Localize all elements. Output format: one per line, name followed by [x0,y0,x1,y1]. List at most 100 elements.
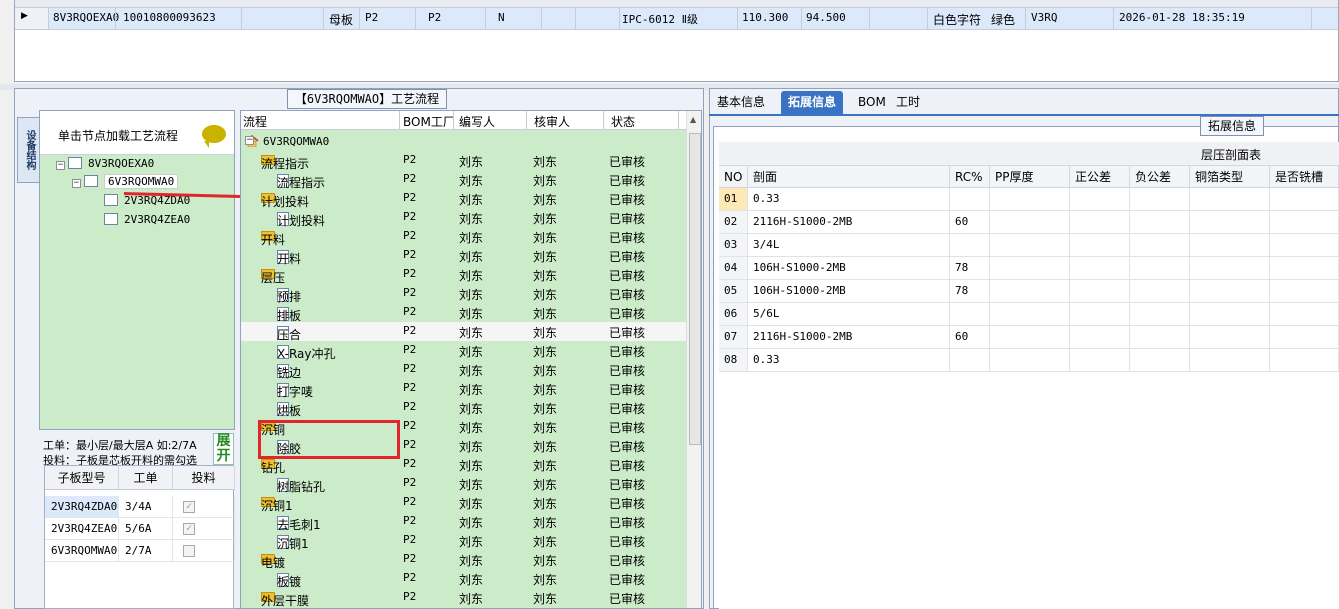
tab-work-hours[interactable]: 工时 [889,91,927,115]
cell-rc[interactable] [950,234,990,257]
process-row[interactable]: 树脂钻孔 P2 刘东 刘东 已审核 [241,474,686,494]
cell-empty[interactable] [1270,280,1339,303]
process-row[interactable]: 预排 P2 刘东 刘东 已审核 [241,284,686,304]
process-row[interactable]: 计划投料 P2 刘东 刘东 已审核 [241,208,686,228]
cell-rc[interactable] [950,303,990,326]
cell-no[interactable]: 05 [719,280,748,303]
cell-empty[interactable] [990,211,1070,234]
col-header-plus-tol[interactable]: 正公差 [1070,166,1130,188]
cell-empty[interactable] [1190,326,1270,349]
cell-empty[interactable] [1070,303,1130,326]
col-header-section[interactable]: 剖面 [748,166,950,188]
cell-empty[interactable] [1070,211,1130,234]
vertical-tab-structure[interactable]: 设备结构 [17,117,39,183]
cell-empty[interactable] [1070,188,1130,211]
cell-section[interactable]: 5/6L [748,303,950,326]
cell-rc[interactable] [950,349,990,372]
cell-section[interactable]: 3/4L [748,234,950,257]
collapse-icon[interactable]: − [72,179,81,188]
col-header-status[interactable]: 状态 [611,113,635,130]
process-row[interactable]: X-Ray冲孔 P2 刘东 刘东 已审核 [241,341,686,361]
process-row[interactable]: 排板 P2 刘东 刘东 已审核 [241,303,686,323]
cell-empty[interactable] [1190,280,1270,303]
cell-section[interactable]: 2116H-S1000-2MB [748,326,950,349]
cell-empty[interactable] [1270,188,1339,211]
cell-empty[interactable] [990,257,1070,280]
col-header-milling[interactable]: 是否铣槽 [1270,166,1339,188]
cell-empty[interactable] [1270,326,1339,349]
col-header-copper-type[interactable]: 铜箔类型 [1190,166,1270,188]
vertical-scrollbar[interactable]: ▲ [686,111,701,608]
scrollbar-thumb[interactable] [689,133,701,445]
feed-checkbox-unchecked[interactable] [183,545,195,557]
col-header-no[interactable]: NO [719,166,748,188]
col-header-feed[interactable]: 投料 [173,466,235,490]
cell-rc[interactable]: 78 [950,280,990,303]
cell-no[interactable]: 01 [719,188,748,211]
cell-empty[interactable] [1130,211,1190,234]
cell-section[interactable]: 2116H-S1000-2MB [748,211,950,234]
cell-empty[interactable] [1130,234,1190,257]
process-row[interactable]: 打字唛 P2 刘东 刘东 已审核 [241,379,686,399]
process-row[interactable]: −开料P2刘东刘东已审核 [241,227,686,247]
cell-empty[interactable] [1190,211,1270,234]
col-header-minus-tol[interactable]: 负公差 [1130,166,1190,188]
process-row[interactable]: −层压P2刘东刘东已审核 [241,265,686,285]
tab-bom[interactable]: BOM [851,91,893,115]
process-row[interactable]: 沉铜1 P2 刘东 刘东 已审核 [241,531,686,551]
cell-empty[interactable] [990,188,1070,211]
cell-no[interactable]: 02 [719,211,748,234]
cell-empty[interactable] [990,234,1070,257]
row-selector[interactable]: ▶ [15,8,49,29]
cell-empty[interactable] [990,303,1070,326]
col-header-writer[interactable]: 编写人 [459,113,495,130]
cell-rc[interactable]: 78 [950,257,990,280]
tree-node-root[interactable]: − 8V3RQOEXA0 [56,157,154,170]
col-header-order[interactable]: 工单 [119,466,173,490]
cell-empty[interactable] [1270,349,1339,372]
cell-section[interactable]: 106H-S1000-2MB [748,280,950,303]
cell-rc[interactable]: 60 [950,326,990,349]
cell-empty[interactable] [1130,280,1190,303]
cell-empty[interactable] [1070,349,1130,372]
cell-empty[interactable] [990,326,1070,349]
process-row[interactable]: 流程指示 P2 刘东 刘东 已审核 [241,170,686,190]
feed-checkbox-checked[interactable]: ✓ [183,523,195,535]
collapse-icon[interactable]: − [56,161,65,170]
cell-empty[interactable] [1190,257,1270,280]
cell-empty[interactable] [1190,188,1270,211]
process-row[interactable]: 开料 P2 刘东 刘东 已审核 [241,246,686,266]
process-row[interactable]: −沉铜1P2刘东刘东已审核 [241,493,686,513]
cell-rc[interactable] [950,188,990,211]
col-header-pp-thickness[interactable]: PP厚度 [990,166,1070,188]
cell-empty[interactable] [1130,303,1190,326]
cell-section[interactable]: 0.33 [748,188,950,211]
process-row[interactable]: 去毛刺1 P2 刘东 刘东 已审核 [241,512,686,532]
cell-empty[interactable] [1070,280,1130,303]
cell-order[interactable]: 2/7A [119,540,173,562]
process-row[interactable]: −电镀P2刘东刘东已审核 [241,550,686,570]
cell-empty[interactable] [1270,211,1339,234]
process-row[interactable]: −外层干膜P2刘东刘东已审核 [241,588,686,608]
col-header-flow[interactable]: 流程 [243,113,267,130]
cell-model[interactable]: 2V3RQ4ZDA0 [45,496,119,518]
cell-empty[interactable] [1270,303,1339,326]
cell-model[interactable]: 2V3RQ4ZEA0 [45,518,119,540]
col-header-bom-plant[interactable]: BOM工厂 [403,113,455,130]
tab-extended-info[interactable]: 拓展信息 [781,91,844,115]
cell-order[interactable]: 5/6A [119,518,173,540]
cell-empty[interactable] [990,349,1070,372]
cell-no[interactable]: 07 [719,326,748,349]
cell-empty[interactable] [1130,349,1190,372]
tab-basic-info[interactable]: 基本信息 [710,91,772,115]
cell-empty[interactable] [1130,257,1190,280]
scroll-up-icon[interactable]: ▲ [690,115,696,124]
cell-empty[interactable] [1190,234,1270,257]
process-row[interactable]: 烘板 P2 刘东 刘东 已审核 [241,398,686,418]
cell-section[interactable]: 106H-S1000-2MB [748,257,950,280]
cell-empty[interactable] [1270,234,1339,257]
process-row[interactable]: −计划投料P2刘东刘东已审核 [241,189,686,209]
cell-empty[interactable] [1070,234,1130,257]
process-row[interactable]: −流程指示P2刘东刘东已审核 [241,151,686,171]
process-row[interactable]: 压合 P2 刘东 刘东 已审核 [241,322,686,342]
